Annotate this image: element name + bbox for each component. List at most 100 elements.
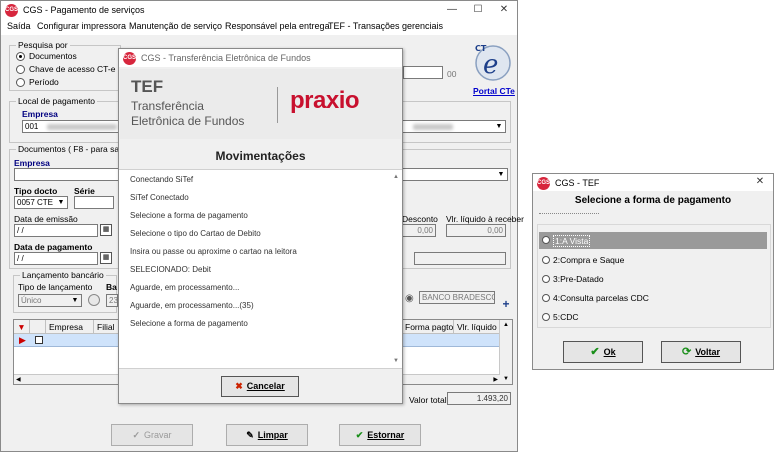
main-titlebar[interactable]: CGS CGS - Pagamento de serviços — ☐ ✕ (1, 1, 517, 19)
portal-cte-link[interactable]: Portal CTe (473, 86, 515, 96)
limpar-button[interactable]: ✎ Limpar (226, 424, 308, 446)
chevron-down-icon[interactable]: ▼ (56, 198, 66, 207)
close-icon[interactable]: ✕ (491, 2, 517, 18)
search-by-group: Pesquisa por Documentos Chave de acesso … (9, 40, 121, 91)
data-pagamento-label: Data de pagamento (14, 242, 93, 252)
voltar-button[interactable]: ⟳ Voltar (661, 341, 741, 363)
tipo-docto-value: 0057 CTE (17, 198, 54, 207)
payment-option-consulta-cdc[interactable]: 4:Consulta parcelas CDC (539, 290, 767, 307)
liquido-input: 0,00 (446, 224, 506, 237)
payment-heading: Selecione a forma de pagamento (574, 195, 732, 206)
menu-responsavel-entrega[interactable]: Responsável pela entrega (225, 21, 330, 31)
lancamento-label: Lançamento bancário (20, 270, 106, 280)
tef-window-title: CGS - Transferência Eletrônica de Fundos (141, 53, 311, 63)
log-line: Aguarde, em processamento...(35) (130, 301, 254, 310)
banner-line1: Transferência (131, 99, 204, 113)
grid-sort-icon[interactable]: ▼ (14, 320, 30, 334)
payment-option-label: 5:CDC (553, 312, 579, 322)
svg-text:e: e (483, 50, 498, 80)
log-line: Conectando SiTef (130, 175, 194, 184)
desconto-label: Desconto (402, 214, 438, 224)
radio-icon (542, 313, 550, 321)
calendar-icon[interactable]: ▦ (100, 252, 112, 264)
radio-chave-acesso[interactable] (16, 65, 25, 74)
tipo-lancamento-label: Tipo de lançamento (18, 282, 93, 292)
log-line: Selecione o tipo do Cartao de Debito (130, 229, 261, 238)
scroll-down-icon[interactable]: ▼ (503, 376, 509, 382)
chevron-down-icon[interactable]: ▼ (496, 170, 506, 179)
radio-documentos-label: Documentos (29, 51, 77, 61)
tef-titlebar[interactable]: CGS CGS - Transferência Eletrônica de Fu… (119, 49, 402, 67)
menu-configurar-impressora[interactable]: Configurar impressora (37, 21, 126, 31)
scroll-right-icon[interactable]: ▶ (493, 376, 498, 383)
banner-line2: Eletrônica de Fundos (131, 114, 245, 128)
payment-window-title: CGS - TEF (555, 178, 600, 188)
payment-titlebar[interactable]: CGS CGS - TEF ✕ (533, 174, 773, 191)
chevron-down-icon[interactable]: ▼ (70, 296, 80, 305)
col-vlr-liquido[interactable]: Vlr. líquido (454, 320, 500, 334)
ok-button[interactable]: ✔ Ok (563, 341, 643, 363)
estornar-label: Estornar (367, 430, 405, 440)
scroll-down-icon[interactable]: ▼ (393, 358, 399, 364)
ba-label: Ba (106, 282, 117, 292)
ba-input[interactable]: 237 (106, 294, 118, 307)
heading-dots (539, 213, 599, 214)
search-by-label: Pesquisa por (16, 40, 70, 50)
radio-periodo-label: Período (29, 77, 59, 87)
serie-input[interactable] (74, 196, 114, 209)
close-icon[interactable]: ✕ (747, 174, 773, 190)
ba-value: 237 (109, 296, 118, 305)
total-label: Valor total (409, 395, 447, 405)
binoculars-icon[interactable]: ◉ (405, 293, 414, 304)
radio-periodo[interactable] (16, 78, 25, 87)
col-forma-pagto[interactable]: Forma pagto (402, 320, 454, 334)
gravar-button[interactable]: ✓ Gravar (111, 424, 193, 446)
praxio-logo: praxio (290, 87, 360, 114)
add-icon[interactable]: + (500, 298, 512, 311)
payment-dialog: CGS CGS - TEF ✕ Selecione a forma de pag… (532, 173, 774, 370)
cancelar-button[interactable]: ✖ Cancelar (221, 376, 299, 397)
radio-chave-acesso-label: Chave de acesso CT-e (29, 64, 116, 74)
log-line: Insira ou passe ou aproxime o cartao na … (130, 247, 297, 256)
estornar-button[interactable]: ✔ Estornar (339, 424, 421, 446)
payment-option-cdc[interactable]: 5:CDC (539, 309, 767, 326)
payment-option-pre-datado[interactable]: 3:Pre-Datado (539, 271, 767, 288)
calendar-icon[interactable]: ▦ (100, 224, 112, 236)
banner-divider (277, 87, 278, 123)
row-checkbox[interactable] (35, 336, 43, 344)
grid-scrollbar[interactable]: ▲ ▼ (499, 320, 512, 384)
menu-tef-transacoes[interactable]: TEF - Transações gerenciais (328, 21, 443, 31)
extra-field (414, 252, 506, 265)
search-value-input[interactable] (403, 66, 443, 79)
tipo-lancamento-select[interactable]: Único ▼ (18, 294, 82, 307)
banco-name-field: BANCO BRADESCO (419, 291, 495, 304)
list-scrollbar[interactable]: ▲ ▼ (390, 170, 402, 368)
scroll-up-icon[interactable]: ▲ (393, 174, 399, 180)
tef-dialog: CGS CGS - Transferência Eletrônica de Fu… (118, 48, 403, 404)
chevron-down-icon[interactable]: ▼ (494, 122, 504, 131)
col-empresa[interactable]: Empresa (46, 320, 94, 334)
movimentacoes-list[interactable]: Conectando SiTef SiTef Conectado Selecio… (119, 169, 402, 369)
data-emissao-input[interactable]: / / (14, 224, 98, 237)
tipo-docto-select[interactable]: 0057 CTE ▼ (14, 196, 68, 209)
scroll-left-icon[interactable]: ◀ (16, 376, 21, 383)
scroll-up-icon[interactable]: ▲ (503, 322, 509, 328)
minimize-icon[interactable]: — (439, 2, 465, 18)
menu-manutencao-servico[interactable]: Manutenção de serviço (129, 21, 222, 31)
cgs-logo-icon: CGS (537, 177, 550, 190)
menu-saida[interactable]: Saída (7, 21, 31, 31)
payment-option-avista[interactable]: 1:A Vista (539, 232, 767, 249)
banco-name-value: BANCO BRADESCO (422, 293, 495, 302)
suffix-00: 00 (447, 69, 457, 79)
total-field: 1.493,20 (447, 392, 511, 405)
maximize-icon[interactable]: ☐ (465, 2, 491, 18)
search-circle-icon[interactable] (88, 294, 100, 306)
docs-empresa-label: Empresa (14, 158, 50, 168)
data-emissao-value: / / (17, 226, 24, 235)
movimentacoes-heading: Movimentações (215, 149, 306, 163)
log-line: SELECIONADO: Debit (130, 265, 211, 274)
radio-documentos[interactable] (16, 52, 25, 61)
payment-option-compra-saque[interactable]: 2:Compra e Saque (539, 252, 767, 269)
radio-icon (542, 294, 550, 302)
data-pagamento-input[interactable]: / / (14, 252, 98, 265)
